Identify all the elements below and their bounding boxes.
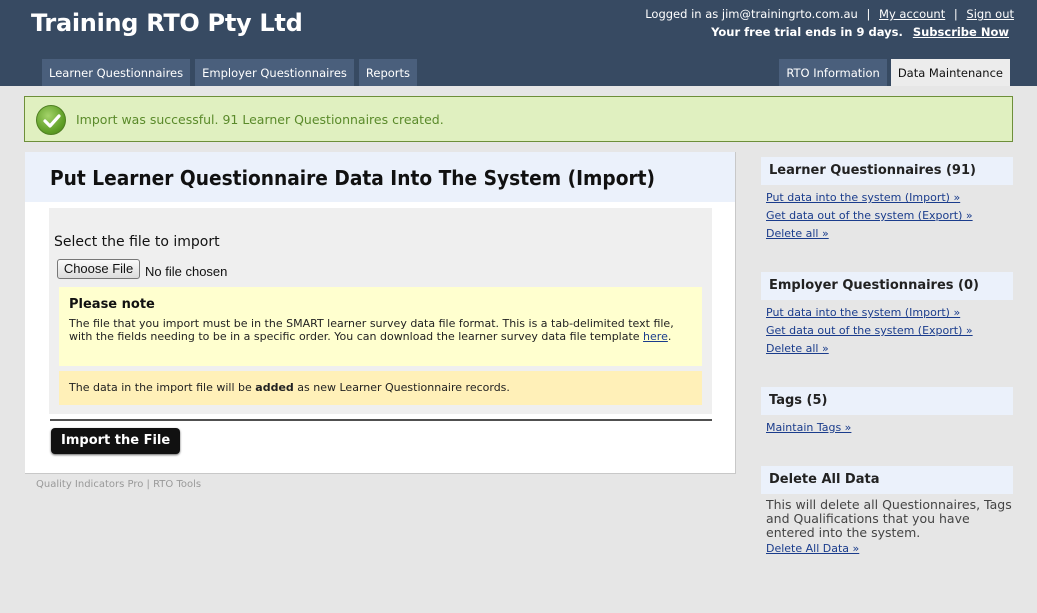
sidebar-links: Put data into the system (Import) » Get …: [761, 300, 1013, 358]
added-notice-emphasis: added: [255, 381, 294, 394]
logged-in-text: Logged in as jim@trainingrto.com.au: [645, 7, 858, 21]
note-title: Please note: [69, 297, 155, 312]
check-circle-icon: [36, 105, 66, 135]
tab-employer-questionnaires[interactable]: Employer Questionnaires: [195, 59, 354, 86]
file-status: No file chosen: [145, 264, 228, 279]
note-body: The file that you import must be in the …: [69, 317, 674, 343]
sidebar-heading: Learner Questionnaires (91): [761, 157, 1013, 185]
tab-rto-information[interactable]: RTO Information: [779, 59, 887, 86]
sidebar-links: Maintain Tags »: [761, 415, 1013, 437]
header: Training RTO Pty Ltd Logged in as jim@tr…: [0, 0, 1037, 86]
sidebar-links: Put data into the system (Import) » Get …: [761, 185, 1013, 243]
sidebar-heading: Delete All Data: [761, 466, 1013, 494]
success-text: Import was successful. 91 Learner Questi…: [76, 112, 444, 127]
sidebar-employer-questionnaires: Employer Questionnaires (0) Put data int…: [761, 272, 1013, 358]
delete-all-data-link[interactable]: Delete All Data »: [766, 540, 1013, 558]
sidebar-heading: Employer Questionnaires (0): [761, 272, 1013, 300]
note-punctuation: .: [667, 330, 672, 343]
page-header: Put Learner Questionnaire Data Into The …: [25, 152, 735, 202]
tab-learner-questionnaires[interactable]: Learner Questionnaires: [42, 59, 191, 86]
employer-import-link[interactable]: Put data into the system (Import) »: [766, 304, 1013, 322]
added-notice: The data in the import file will be adde…: [59, 371, 702, 405]
sidebar-delete-all-data: Delete All Data This will delete all Que…: [761, 466, 1013, 558]
learner-delete-all-link[interactable]: Delete all »: [766, 225, 1013, 243]
sign-out-link[interactable]: Sign out: [966, 7, 1014, 21]
sidebar-links: Delete All Data »: [761, 540, 1013, 558]
learner-import-link[interactable]: Put data into the system (Import) »: [766, 189, 1013, 207]
separator: |: [866, 7, 871, 21]
sidebar-tags: Tags (5) Maintain Tags »: [761, 387, 1013, 437]
main-nav: Learner Questionnaires Employer Question…: [42, 59, 418, 86]
page-title: Put Learner Questionnaire Data Into The …: [50, 166, 656, 190]
delete-all-description: This will delete all Questionnaires, Tag…: [766, 497, 1012, 540]
sidebar-heading: Tags (5): [761, 387, 1013, 415]
footer-text: Quality Indicators Pro | RTO Tools: [36, 479, 202, 490]
learner-export-link[interactable]: Get data out of the system (Export) »: [766, 207, 1013, 225]
secondary-nav: RTO Information Data Maintenance: [779, 59, 1010, 86]
template-download-link[interactable]: here: [643, 330, 668, 343]
subscribe-link[interactable]: Subscribe Now: [913, 25, 1009, 39]
file-select-label: Select the file to import: [54, 234, 220, 250]
please-note-box: Please note The file that you import mus…: [59, 287, 702, 366]
sidebar-learner-questionnaires: Learner Questionnaires (91) Put data int…: [761, 157, 1013, 243]
note-text: The file that you import must be in the …: [69, 317, 692, 343]
employer-export-link[interactable]: Get data out of the system (Export) »: [766, 322, 1013, 340]
main-panel: Put Learner Questionnaire Data Into The …: [25, 152, 736, 474]
tab-reports[interactable]: Reports: [358, 59, 418, 86]
success-message: Import was successful. 91 Learner Questi…: [24, 96, 1013, 142]
account-line: Logged in as jim@trainingrto.com.au | My…: [645, 7, 1014, 21]
import-form: Select the file to import Choose File No…: [49, 208, 712, 414]
trial-text: Your free trial ends in 9 days.: [711, 25, 903, 39]
tab-data-maintenance[interactable]: Data Maintenance: [890, 59, 1010, 86]
site-title: Training RTO Pty Ltd: [31, 9, 303, 37]
added-notice-text: The data in the import file will be: [69, 381, 256, 394]
maintain-tags-link[interactable]: Maintain Tags »: [766, 419, 1013, 437]
trial-line: Your free trial ends in 9 days. Subscrib…: [711, 25, 1009, 39]
employer-delete-all-link[interactable]: Delete all »: [766, 340, 1013, 358]
import-file-button[interactable]: Import the File: [51, 428, 181, 454]
divider: [50, 419, 712, 421]
added-notice-text: as new Learner Questionnaire records.: [293, 381, 510, 394]
separator: |: [953, 7, 958, 21]
choose-file-button[interactable]: Choose File: [57, 259, 140, 279]
my-account-link[interactable]: My account: [879, 7, 945, 21]
